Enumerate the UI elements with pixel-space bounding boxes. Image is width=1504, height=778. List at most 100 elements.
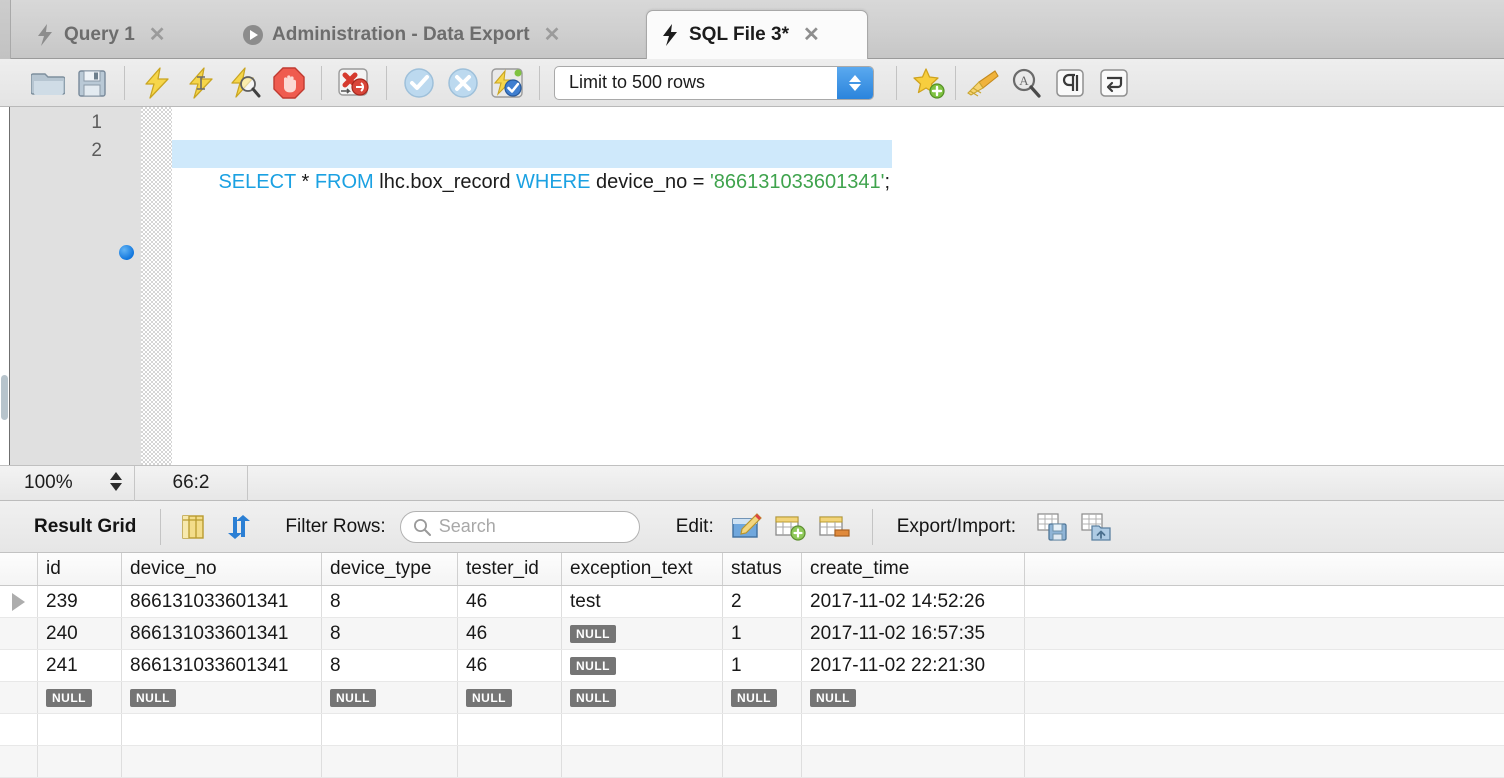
zoom-control[interactable]: 100%: [0, 465, 135, 501]
cell-id[interactable]: 239: [38, 586, 122, 617]
search-input[interactable]: Search: [399, 510, 640, 543]
cell-device-type[interactable]: [322, 714, 458, 745]
cell-device-type[interactable]: NULL: [322, 682, 458, 713]
export-recordset-button[interactable]: [1032, 507, 1072, 547]
stepper-arrows-icon[interactable]: [837, 66, 873, 99]
cell-exception-text[interactable]: NULL: [562, 618, 723, 649]
statement-marker-icon[interactable]: [119, 245, 134, 260]
limit-rows-select[interactable]: Limit to 500 rows: [554, 65, 874, 100]
cell-device-no[interactable]: [122, 746, 322, 777]
cell-tester-id[interactable]: 46: [458, 618, 562, 649]
cell-id[interactable]: 240: [38, 618, 122, 649]
close-icon[interactable]: ✕: [803, 25, 820, 45]
open-sql-file-button[interactable]: [26, 63, 70, 103]
invisible-chars-button[interactable]: [1048, 63, 1092, 103]
editor-code-area[interactable]: SELECT * FROM lhc.box_record WHERE devic…: [172, 107, 1504, 465]
column-header-tester-id[interactable]: tester_id: [458, 553, 562, 585]
row-marker[interactable]: [0, 586, 38, 617]
cell-exception-text[interactable]: NULL: [562, 682, 723, 713]
rollback-button[interactable]: [441, 63, 485, 103]
cell-device-no[interactable]: NULL: [122, 682, 322, 713]
cell-device-type[interactable]: [322, 746, 458, 777]
scrollbar-thumb[interactable]: [1, 375, 8, 420]
cell-exception-text[interactable]: test: [562, 586, 723, 617]
delete-row-button[interactable]: [814, 507, 854, 547]
cell-status[interactable]: NULL: [723, 682, 802, 713]
cell-create-time[interactable]: 2017-11-02 14:52:26: [802, 586, 1025, 617]
toggle-stop-on-error-button[interactable]: [332, 63, 376, 103]
grid-view-button[interactable]: [173, 507, 213, 547]
table-row-empty[interactable]: [0, 746, 1504, 778]
commit-button[interactable]: [397, 63, 441, 103]
column-header-device-no[interactable]: device_no: [122, 553, 322, 585]
column-header-exception-text[interactable]: exception_text: [562, 553, 723, 585]
tab-sql-file-3[interactable]: SQL File 3* ✕: [646, 10, 868, 59]
row-marker[interactable]: [0, 746, 38, 777]
cell-tester-id[interactable]: NULL: [458, 682, 562, 713]
cell-exception-text[interactable]: [562, 714, 723, 745]
beautify-button[interactable]: [907, 63, 951, 103]
cell-device-type[interactable]: 8: [322, 650, 458, 681]
close-icon[interactable]: ✕: [149, 25, 166, 45]
cell-tester-id[interactable]: 46: [458, 650, 562, 681]
cell-id[interactable]: [38, 714, 122, 745]
stop-button[interactable]: [267, 63, 311, 103]
editor-breakpoint-column[interactable]: [115, 107, 141, 465]
table-row[interactable]: 240 866131033601341 8 46 NULL 1 2017-11-…: [0, 618, 1504, 650]
row-marker[interactable]: [0, 650, 38, 681]
column-header-device-type[interactable]: device_type: [322, 553, 458, 585]
cell-device-no[interactable]: [122, 714, 322, 745]
cell-status[interactable]: 1: [723, 650, 802, 681]
cell-status[interactable]: 1: [723, 618, 802, 649]
cell-device-no[interactable]: 866131033601341: [122, 650, 322, 681]
cell-create-time[interactable]: NULL: [802, 682, 1025, 713]
cell-status[interactable]: 2: [723, 586, 802, 617]
row-marker[interactable]: [0, 682, 38, 713]
cell-create-time[interactable]: 2017-11-02 16:57:35: [802, 618, 1025, 649]
close-icon[interactable]: ✕: [544, 25, 561, 45]
row-marker[interactable]: [0, 714, 38, 745]
sql-editor[interactable]: 1 2 SELECT * FROM lhc.box_record WHERE d…: [0, 107, 1504, 465]
cell-tester-id[interactable]: 46: [458, 586, 562, 617]
explain-button[interactable]: [223, 63, 267, 103]
code-line-2[interactable]: SELECT * FROM lhc.box_record WHERE devic…: [172, 140, 893, 193]
cell-id[interactable]: NULL: [38, 682, 122, 713]
cell-tester-id[interactable]: [458, 746, 562, 777]
cell-device-type[interactable]: 8: [322, 586, 458, 617]
column-header-id[interactable]: id: [38, 553, 122, 585]
find-button[interactable]: A: [1004, 63, 1048, 103]
execute-button[interactable]: [135, 63, 179, 103]
cell-id[interactable]: [38, 746, 122, 777]
cell-create-time[interactable]: 2017-11-02 22:21:30: [802, 650, 1025, 681]
table-row-new[interactable]: NULL NULL NULL NULL NULL NULL NULL: [0, 682, 1504, 714]
cell-tester-id[interactable]: [458, 714, 562, 745]
cell-create-time[interactable]: [802, 746, 1025, 777]
wrap-lines-button[interactable]: [1092, 63, 1136, 103]
autocommit-button[interactable]: [485, 63, 529, 103]
cell-device-no[interactable]: 866131033601341: [122, 618, 322, 649]
table-row[interactable]: 239 866131033601341 8 46 test 2 2017-11-…: [0, 586, 1504, 618]
toggle-code-completion-button[interactable]: [960, 63, 1004, 103]
cell-exception-text[interactable]: [562, 746, 723, 777]
cell-exception-text[interactable]: NULL: [562, 650, 723, 681]
cell-device-type[interactable]: 8: [322, 618, 458, 649]
insert-row-button[interactable]: [770, 507, 810, 547]
cell-status[interactable]: [723, 746, 802, 777]
cell-create-time[interactable]: [802, 714, 1025, 745]
result-grid[interactable]: id device_no device_type tester_id excep…: [0, 553, 1504, 778]
cell-device-no[interactable]: 866131033601341: [122, 586, 322, 617]
execute-statement-button[interactable]: [179, 63, 223, 103]
edit-row-button[interactable]: [726, 507, 766, 547]
table-row-empty[interactable]: [0, 714, 1504, 746]
column-header-status[interactable]: status: [723, 553, 802, 585]
save-sql-file-button[interactable]: [70, 63, 114, 103]
tab-query-1[interactable]: Query 1 ✕: [22, 10, 210, 59]
tab-administration-data-export[interactable]: Administration - Data Export ✕: [228, 10, 636, 59]
column-header-create-time[interactable]: create_time: [802, 553, 1025, 585]
zoom-stepper-icon[interactable]: [110, 471, 122, 491]
cell-status[interactable]: [723, 714, 802, 745]
cell-id[interactable]: 241: [38, 650, 122, 681]
import-recordset-button[interactable]: [1076, 507, 1116, 547]
row-marker[interactable]: [0, 618, 38, 649]
editor-vertical-scrollbar[interactable]: [0, 107, 9, 465]
